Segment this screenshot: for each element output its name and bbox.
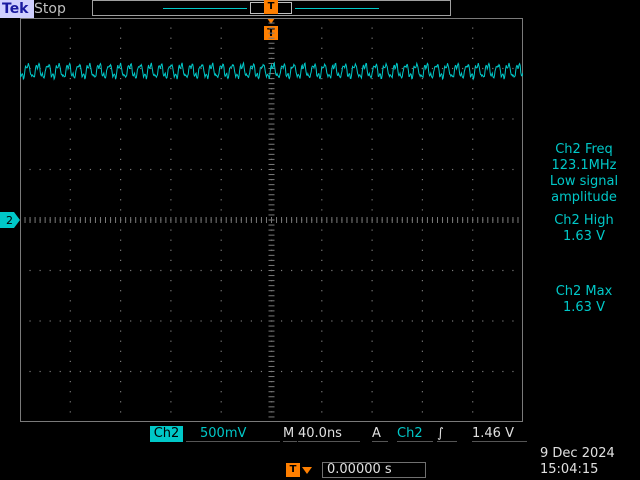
trigger-position-value[interactable]: 0.00000 s (322, 462, 426, 478)
record-line-right (295, 8, 379, 9)
ch2-waveform (20, 61, 523, 81)
time-readout: 15:04:15 (540, 462, 599, 477)
timebase[interactable]: 40.0ns (298, 426, 360, 442)
meas-high-label: Ch2 High (554, 213, 614, 228)
run-state: Stop (34, 1, 66, 17)
meas-max-value: 1.63 V (563, 300, 605, 315)
trigger-mode: A (372, 426, 388, 442)
date-readout: 9 Dec 2024 (540, 446, 615, 461)
measurement-max: Ch2 Max 1.63 V (528, 284, 640, 316)
meas-high-value: 1.63 V (563, 229, 605, 244)
meas-freq-label: Ch2 Freq (555, 142, 613, 157)
channel-badge[interactable]: Ch2 (150, 426, 183, 442)
trigger-level[interactable]: 1.46 V (472, 426, 527, 442)
trigger-position-top-icon: T (264, 0, 278, 14)
meas-freq-value: 123.1MHz (551, 158, 617, 173)
grid-dots (20, 18, 523, 418)
trigger-source[interactable]: Ch2 (397, 426, 433, 442)
timebase-prefix: M (283, 426, 297, 442)
volts-per-div[interactable]: 500mV (186, 426, 280, 442)
measurement-high: Ch2 High 1.63 V (528, 213, 640, 245)
measurement-freq: Ch2 Freq 123.1MHz Low signal amplitude (528, 142, 640, 206)
trigger-position-icon: T (286, 463, 300, 477)
meas-max-label: Ch2 Max (555, 284, 613, 299)
brand-logo: Tek (0, 0, 34, 18)
trigger-position-arrow-icon (302, 467, 312, 474)
record-line-left (163, 8, 247, 9)
trigger-slope-icon: ∫ (437, 426, 457, 442)
ch2-marker-label: 2 (6, 214, 13, 227)
meas-freq-note2: amplitude (551, 190, 617, 205)
scope-graticule (20, 18, 523, 422)
ch2-ground-marker-icon[interactable]: 2 (0, 212, 20, 228)
meas-freq-note: Low signal (549, 174, 619, 189)
